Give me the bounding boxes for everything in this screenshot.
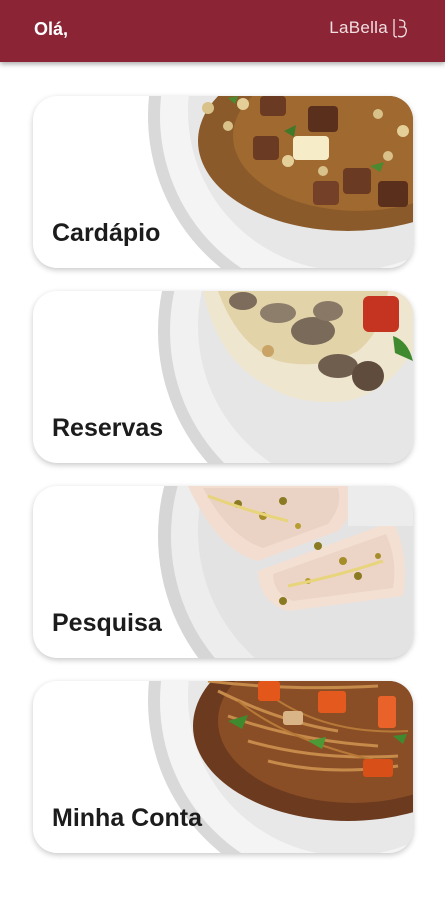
menu-card-label: Minha Conta	[52, 804, 202, 832]
stew-dish-image	[148, 96, 413, 268]
logo-text: LaBella	[329, 18, 388, 37]
menu-card-reservas[interactable]: Reservas	[33, 291, 413, 463]
menu-card-pesquisa[interactable]: Pesquisa	[33, 486, 413, 658]
brand-logo: LaBella	[329, 17, 409, 39]
mushroom-chicken-dish-image	[148, 291, 413, 463]
labella-monogram-icon	[391, 17, 409, 39]
fish-passionfruit-dish-image	[148, 486, 413, 658]
menu-card-label: Cardápio	[52, 219, 161, 247]
menu-card-minha-conta[interactable]: Minha Conta	[33, 681, 413, 853]
greeting-text: Olá,	[34, 19, 69, 39]
app-bar: Olá, LaBella	[0, 0, 445, 62]
menu-card-cardapio[interactable]: Cardápio	[33, 96, 413, 268]
menu-card-label: Pesquisa	[52, 609, 162, 637]
menu-card-label: Reservas	[52, 414, 164, 442]
